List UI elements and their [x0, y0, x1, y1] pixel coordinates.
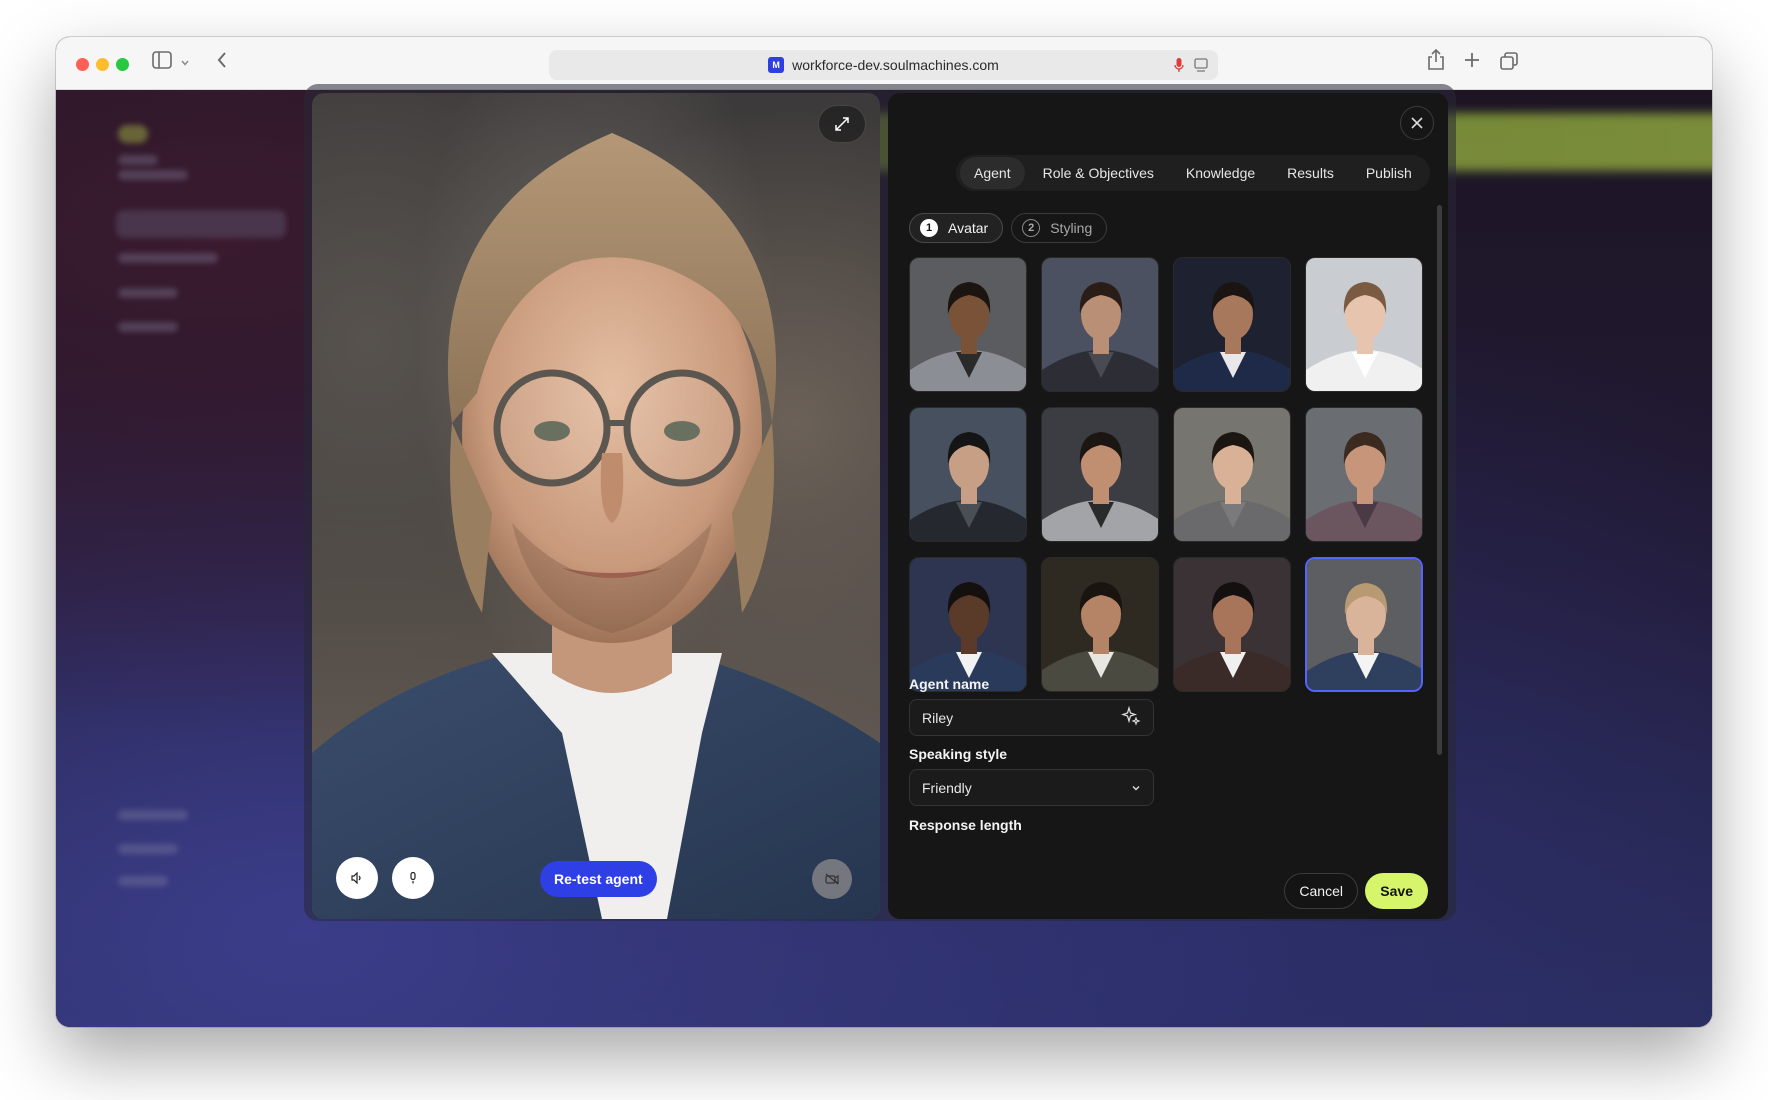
- step-label: Avatar: [948, 220, 989, 236]
- step-label: Styling: [1050, 220, 1093, 236]
- agent-name-label: Agent name: [909, 676, 990, 692]
- avatar-grid: [909, 257, 1423, 692]
- microphone-icon: [410, 872, 416, 884]
- microphone-icon[interactable]: [1174, 57, 1184, 76]
- step-number: 2: [1022, 219, 1041, 237]
- blurred-sidebar: [86, 90, 326, 1027]
- microphone-button[interactable]: [392, 857, 434, 899]
- share-icon[interactable]: [1427, 48, 1445, 76]
- expand-icon[interactable]: [818, 105, 866, 143]
- avatar-thumbnail: [910, 558, 1026, 691]
- response-length-label: Response length: [909, 817, 1022, 833]
- camera-off-icon: [825, 873, 839, 885]
- address-bar[interactable]: M workforce-dev.soulmachines.com: [549, 50, 1218, 80]
- avatar-thumbnail: [1042, 258, 1158, 391]
- tab-role-objectives[interactable]: Role & Objectives: [1029, 157, 1168, 189]
- agent-portrait: [312, 133, 880, 919]
- avatar-thumbnail: [1307, 559, 1421, 690]
- minimize-window-button[interactable]: [96, 58, 109, 71]
- avatar-thumbnail: [1042, 558, 1158, 691]
- site-favicon-icon: M: [768, 57, 785, 73]
- new-tab-icon[interactable]: [1464, 52, 1480, 73]
- avatar-option[interactable]: [909, 257, 1027, 392]
- close-icon[interactable]: [1400, 106, 1434, 140]
- avatar-option[interactable]: [1041, 257, 1159, 392]
- panel-scrollbar[interactable]: [1437, 205, 1442, 755]
- agent-video-preview: Re-test agent: [312, 93, 880, 919]
- avatar-option[interactable]: [1305, 257, 1423, 392]
- camera-off-button[interactable]: [812, 859, 852, 899]
- url-text: workforce-dev.soulmachines.com: [792, 57, 999, 73]
- save-button[interactable]: Save: [1365, 873, 1428, 909]
- browser-window: M workforce-dev.soulmachines.com Re-test…: [56, 37, 1712, 1027]
- step-avatar[interactable]: 1 Avatar: [909, 213, 1004, 243]
- avatar-thumbnail: [1174, 258, 1290, 391]
- avatar-option[interactable]: [909, 557, 1027, 692]
- avatar-option[interactable]: [1305, 557, 1423, 692]
- tab-results[interactable]: Results: [1273, 157, 1348, 189]
- tab-knowledge[interactable]: Knowledge: [1172, 157, 1269, 189]
- step-selector: 1 Avatar 2 Styling: [909, 213, 1108, 243]
- avatar-thumbnail: [910, 408, 1026, 541]
- tab-agent[interactable]: Agent: [960, 157, 1025, 189]
- avatar-thumbnail: [1042, 408, 1158, 541]
- reader-mode-icon[interactable]: [1194, 57, 1208, 76]
- step-styling[interactable]: 2 Styling: [1011, 213, 1108, 243]
- speaking-style-select[interactable]: Friendly: [909, 769, 1154, 806]
- chevron-down-icon[interactable]: [180, 55, 190, 73]
- back-arrow-icon[interactable]: [216, 51, 228, 74]
- avatar-thumbnail: [1306, 258, 1422, 391]
- browser-toolbar: M workforce-dev.soulmachines.com: [56, 37, 1712, 90]
- speaker-mute-button[interactable]: [336, 857, 378, 899]
- avatar-option[interactable]: [1173, 257, 1291, 392]
- avatar-option[interactable]: [1305, 407, 1423, 542]
- avatar-option[interactable]: [1173, 557, 1291, 692]
- cancel-button[interactable]: Cancel: [1284, 873, 1358, 909]
- avatar-thumbnail: [1174, 558, 1290, 691]
- avatar-option[interactable]: [909, 407, 1027, 542]
- speaking-style-value: Friendly: [922, 779, 972, 796]
- avatar-option[interactable]: [1041, 557, 1159, 692]
- avatar-option[interactable]: [1041, 407, 1159, 542]
- agent-name-field[interactable]: Riley: [909, 699, 1154, 736]
- avatar-option[interactable]: [1173, 407, 1291, 542]
- agent-config-panel: Agent Role & Objectives Knowledge Result…: [888, 93, 1448, 919]
- close-window-button[interactable]: [76, 58, 89, 71]
- speaking-style-label: Speaking style: [909, 746, 1008, 762]
- config-tabs: Agent Role & Objectives Knowledge Result…: [956, 155, 1430, 191]
- tab-publish[interactable]: Publish: [1352, 157, 1426, 189]
- avatar-thumbnail: [910, 258, 1026, 391]
- avatar-thumbnail: [1306, 408, 1422, 541]
- retest-agent-button[interactable]: Re-test agent: [540, 861, 657, 897]
- sidebar-toggle-icon[interactable]: [152, 51, 172, 74]
- sparkle-icon[interactable]: [1120, 705, 1141, 729]
- tab-overview-icon[interactable]: [1500, 52, 1518, 75]
- maximize-window-button[interactable]: [116, 58, 129, 71]
- agent-name-value: Riley: [922, 709, 954, 726]
- speaker-icon: [351, 872, 361, 884]
- step-number: 1: [920, 219, 938, 237]
- chevron-down-icon: [1131, 780, 1141, 796]
- avatar-thumbnail: [1174, 408, 1290, 541]
